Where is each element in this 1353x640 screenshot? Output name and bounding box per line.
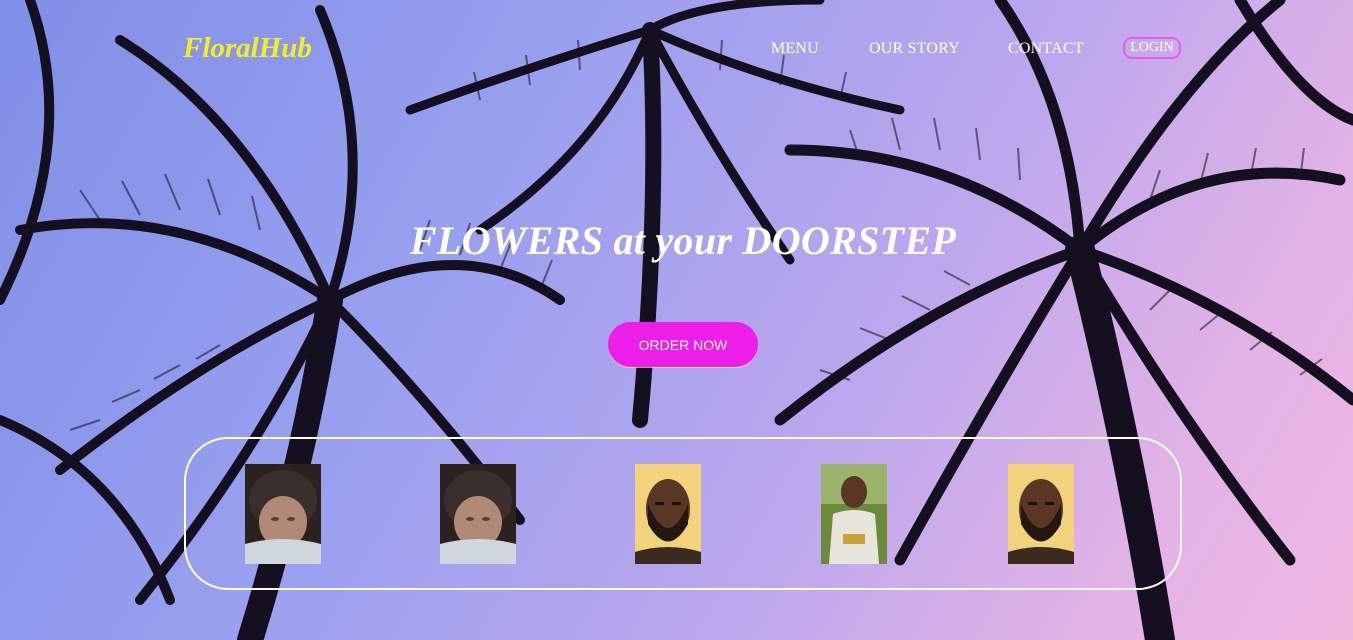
order-now-button[interactable]: ORDER NOW (608, 322, 758, 367)
man-portrait (1008, 464, 1074, 564)
nav-our-story-link[interactable]: OUR STORY (869, 40, 960, 58)
login-button[interactable]: LOGIN (1123, 37, 1181, 59)
man-outdoor-photo (821, 464, 887, 564)
main-nav: MENU OUR STORY CONTACT LOGIN (0, 37, 1353, 70)
nav-menu-link[interactable]: MENU (771, 40, 819, 58)
man-portrait (635, 464, 701, 564)
photo-gallery (184, 437, 1182, 590)
baby-photo (245, 464, 321, 564)
nav-contact-link[interactable]: CONTACT (1008, 40, 1084, 58)
baby-photo (440, 464, 516, 564)
hero-title: FLOWERS at your DOORSTEP (409, 218, 957, 263)
